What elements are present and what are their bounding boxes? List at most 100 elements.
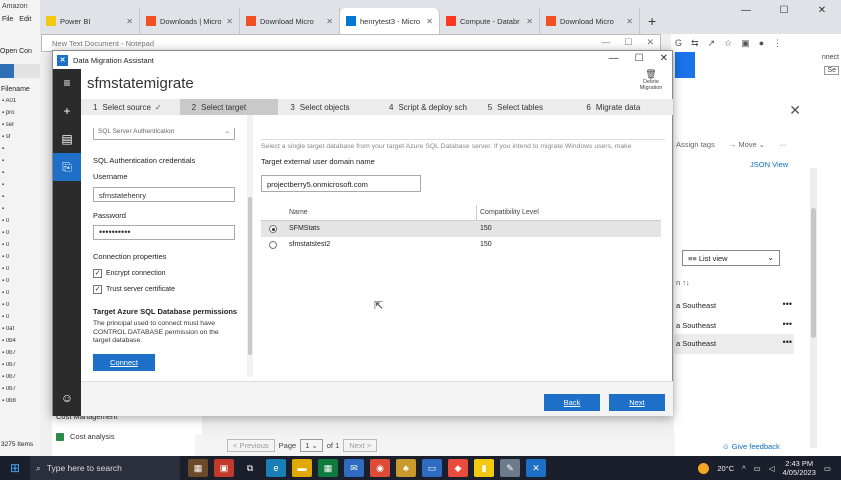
wizard-step[interactable]: 1 Select source ✓ (81, 99, 180, 115)
page-select[interactable]: 1 ⌄ (300, 439, 323, 452)
toolbar-selected-icon[interactable] (0, 64, 14, 78)
menu-file[interactable]: File (2, 16, 13, 23)
back-button[interactable]: Back (544, 394, 600, 411)
browser-tab[interactable]: Power BI ✕ (40, 8, 140, 34)
filename-column-header[interactable]: Filename (1, 86, 30, 93)
encrypt-connection-checkbox[interactable]: ✓ Encrypt connection (93, 269, 166, 278)
close-icon[interactable]: ✕ (646, 37, 654, 48)
compat-column-header[interactable]: Compatibility Level (476, 204, 539, 221)
assign-tags-button[interactable]: Assign tags (676, 140, 715, 149)
tab-close-icon[interactable]: ✕ (426, 17, 433, 26)
database-row[interactable]: sfmstatstest2 150 (261, 237, 661, 253)
windows-start-icon[interactable]: ⊞ (0, 461, 30, 475)
browser-tab[interactable]: Compute - Databr ✕ (440, 8, 540, 34)
tab-close-icon[interactable]: ✕ (226, 17, 233, 26)
clock[interactable]: 2:43 PM 4/05/2023 (783, 459, 816, 477)
migration-icon[interactable]: ⎘ (53, 153, 81, 181)
resource-row[interactable]: a Southeast ••• (674, 316, 794, 336)
new-tab-button[interactable]: + (640, 8, 664, 34)
temperature[interactable]: 20°C (717, 464, 734, 473)
more-icon[interactable]: ••• (783, 319, 792, 329)
partial-search-box[interactable]: Se (824, 66, 839, 75)
panel-scrollbar[interactable] (810, 168, 817, 448)
username-input[interactable]: sfmstatehenry (93, 187, 235, 202)
password-input[interactable]: •••••••••• (93, 225, 235, 240)
app-icon[interactable]: ♣ (396, 459, 416, 477)
tab-close-icon[interactable]: ✕ (126, 17, 133, 26)
previous-page-button[interactable]: < Previous (227, 439, 275, 452)
radio-selected-icon[interactable] (269, 225, 277, 233)
connect-button[interactable]: Connect (93, 354, 155, 371)
wizard-step[interactable]: 3 Select objects (278, 99, 377, 115)
database-row[interactable]: SFMStats 150 (261, 221, 661, 237)
wizard-step[interactable]: 4 Script & deploy sch (377, 99, 476, 115)
photos-app-icon[interactable]: ▦ (188, 459, 208, 477)
feedback-smiley-icon[interactable]: ☺ (53, 384, 81, 412)
rdp-icon[interactable]: ▭ (422, 459, 442, 477)
tab-close-icon[interactable]: ✕ (626, 17, 633, 26)
browser-tab[interactable]: Download Micro ✕ (240, 8, 340, 34)
browser-toolbar-icon[interactable]: ▣ (741, 38, 750, 49)
name-column-header[interactable]: Name (289, 205, 308, 221)
network-icon[interactable]: ▭ (754, 464, 761, 473)
radio-unselected-icon[interactable] (269, 241, 277, 249)
trust-certificate-checkbox[interactable]: ✓ Trust server certificate (93, 285, 175, 294)
notifications-icon[interactable]: ▭ (824, 464, 831, 473)
briefcase-app-icon[interactable]: ▣ (214, 459, 234, 477)
assessment-icon[interactable]: ▤ (53, 125, 81, 153)
next-button[interactable]: Next (609, 394, 665, 411)
tab-close-icon[interactable]: ✕ (526, 17, 533, 26)
browser-tab[interactable]: Downloads | Micro ✕ (140, 8, 240, 34)
browser-toolbar-icon[interactable]: ⇆ (691, 38, 699, 49)
more-actions-icon[interactable]: ··· (779, 140, 787, 149)
delete-migration-button[interactable]: 🗑 Delete Migration (634, 70, 668, 92)
maximize-icon[interactable]: ☐ (624, 37, 632, 48)
minimize-icon[interactable]: — (601, 37, 610, 48)
new-project-icon[interactable]: + (53, 97, 81, 125)
tab-close-icon[interactable]: ✕ (326, 17, 333, 26)
more-icon[interactable]: ••• (783, 299, 792, 309)
move-button[interactable]: → Move ⌄ (729, 140, 765, 149)
domain-input[interactable]: projectberry5.onmicrosoft.com (261, 175, 421, 192)
dma-app-icon[interactable]: ✕ (526, 459, 546, 477)
browser-toolbar-icon[interactable]: ⋮ (773, 38, 782, 49)
file-explorer-icon[interactable]: ▬ (292, 459, 312, 477)
browser-tab[interactable]: Download Micro ✕ (540, 8, 640, 34)
more-icon[interactable]: ••• (783, 337, 792, 347)
auth-type-dropdown[interactable]: SQL Server Authentication ⌄ (93, 128, 235, 140)
panel-close-icon[interactable]: ✕ (789, 102, 801, 119)
close-icon[interactable]: ✕ (803, 0, 841, 22)
resource-row[interactable]: a Southeast ••• (674, 334, 794, 354)
open-connection-label[interactable]: Open Con (0, 48, 32, 55)
notepad-app-icon[interactable]: ✎ (500, 459, 520, 477)
browser-tab[interactable]: henrytest3 - Micro ✕ (340, 8, 440, 34)
taskbar-search[interactable]: ⌕ Type here to search (30, 456, 180, 480)
maximize-icon[interactable]: ☐ (635, 53, 644, 64)
wizard-step[interactable]: 2 Select target (179, 99, 279, 115)
mail-icon[interactable]: ✉ (344, 459, 364, 477)
sort-icon[interactable]: n ↑↓ (676, 278, 690, 287)
next-page-button[interactable]: Next > (343, 439, 378, 452)
store-icon[interactable]: ▦ (318, 459, 338, 477)
wizard-step[interactable]: 6 Migrate data (574, 99, 673, 115)
tray-chevron-icon[interactable]: ^ (742, 464, 746, 473)
close-icon[interactable]: ✕ (660, 53, 668, 64)
list-view-dropdown[interactable]: ≡≡ List view ⌄ (682, 250, 780, 266)
chrome-icon[interactable]: ◉ (370, 459, 390, 477)
browser-toolbar-icon[interactable]: ● (759, 38, 764, 48)
minimize-icon[interactable]: — (727, 0, 765, 22)
browser-toolbar-icon[interactable]: ☆ (724, 38, 732, 49)
scrollbar-thumb[interactable] (811, 208, 816, 338)
volume-icon[interactable]: ◁ (769, 464, 775, 473)
maximize-icon[interactable]: ☐ (765, 0, 803, 22)
task-view-icon[interactable]: ⧉ (240, 459, 260, 477)
scrollbar-thumb[interactable] (248, 197, 252, 355)
hamburger-menu-icon[interactable]: ≡ (53, 69, 81, 97)
auth-scrollbar[interactable] (247, 115, 253, 377)
json-view-link[interactable]: JSON View (750, 160, 788, 169)
edge-icon[interactable]: e (266, 459, 286, 477)
browser-toolbar-icon[interactable]: G (675, 38, 682, 48)
browser-toolbar-icon[interactable]: ↗ (708, 38, 716, 49)
give-feedback-link[interactable]: ☺ Give feedback (722, 442, 780, 451)
app-red-icon[interactable]: ◆ (448, 459, 468, 477)
